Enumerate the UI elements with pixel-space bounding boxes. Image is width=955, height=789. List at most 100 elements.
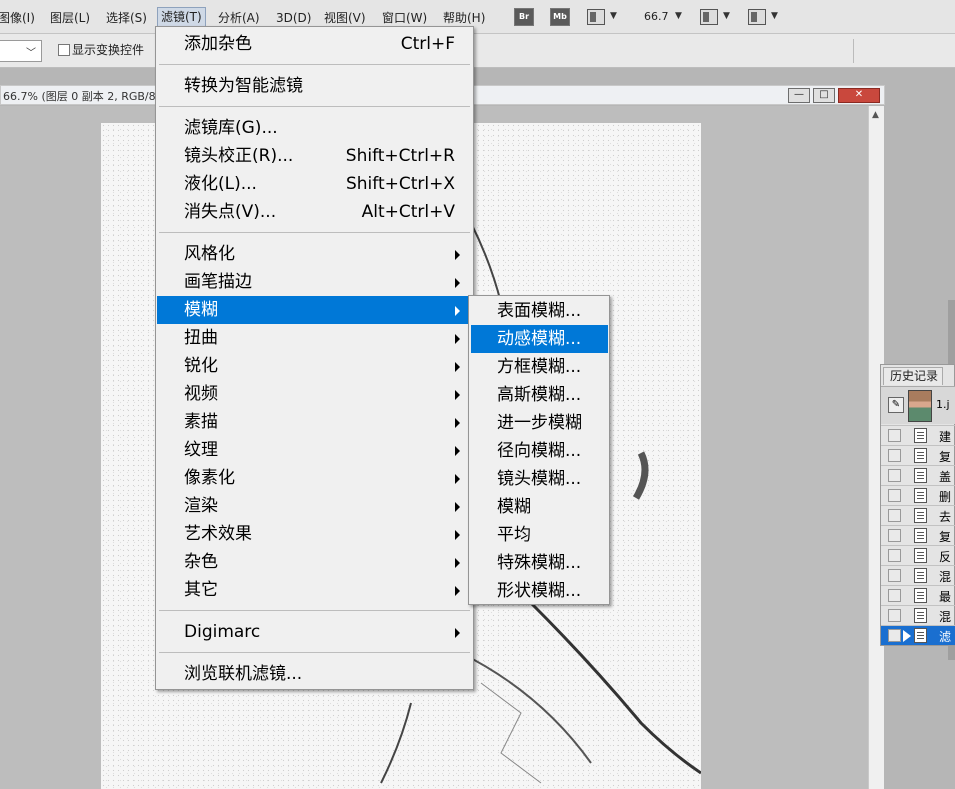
blur-submenu-item[interactable]: 形状模糊...: [471, 577, 608, 605]
filter-menu-item[interactable]: 画笔描边: [157, 268, 472, 296]
filter-menu-item[interactable]: 锐化: [157, 352, 472, 380]
filter-menu-item[interactable]: 消失点(V)... Alt+Ctrl+V: [157, 198, 472, 226]
history-state-row[interactable]: 建: [881, 425, 955, 445]
history-source-checkbox[interactable]: [888, 589, 901, 602]
close-button[interactable]: ✕: [838, 88, 880, 103]
history-state-row[interactable]: 最: [881, 585, 955, 605]
menu-image[interactable]: 图像(I): [0, 8, 35, 28]
history-source-checkbox[interactable]: [888, 449, 901, 462]
history-snapshot[interactable]: ✎ 1.j: [881, 386, 955, 424]
filter-menu-item[interactable]: Digimarc: [157, 618, 472, 646]
menu-separator: [159, 652, 470, 653]
blur-submenu-item[interactable]: 高斯模糊...: [471, 381, 608, 409]
history-state-row[interactable]: 盖: [881, 465, 955, 485]
show-transform-controls-label: 显示变换控件: [72, 43, 145, 57]
history-source-checkbox[interactable]: [888, 569, 901, 582]
menu-window[interactable]: 窗口(W): [382, 8, 427, 28]
menu-help[interactable]: 帮助(H): [443, 8, 485, 28]
filter-menu-item[interactable]: 风格化: [157, 240, 472, 268]
blur-submenu-item[interactable]: 动感模糊...: [471, 325, 608, 353]
history-state-icon: [914, 488, 927, 503]
blur-submenu-item[interactable]: 径向模糊...: [471, 437, 608, 465]
blur-submenu-item[interactable]: 平均: [471, 521, 608, 549]
history-state-label: 复: [939, 450, 952, 464]
history-pointer-icon: [903, 630, 911, 642]
history-source-checkbox[interactable]: [888, 429, 901, 442]
tool-preset-dropdown[interactable]: ﹀: [0, 40, 42, 62]
filter-menu-item[interactable]: 模糊: [157, 296, 472, 324]
history-source-checkbox[interactable]: [888, 509, 901, 522]
chevron-down-icon[interactable]: ▼: [675, 11, 682, 21]
filter-menu-item[interactable]: 艺术效果: [157, 520, 472, 548]
screen-mode-icon[interactable]: [748, 9, 766, 25]
filter-menu-item[interactable]: 素描: [157, 408, 472, 436]
scroll-up-icon[interactable]: ▲: [872, 110, 879, 120]
menu-analysis[interactable]: 分析(A): [218, 8, 260, 28]
menu-item-label: 渲染: [184, 496, 218, 516]
filter-menu-item[interactable]: 纹理: [157, 436, 472, 464]
blur-submenu-item[interactable]: 方框模糊...: [471, 353, 608, 381]
history-state-label: 盖: [939, 470, 952, 484]
filter-menu-item[interactable]: 滤镜库(G)...: [157, 114, 472, 142]
history-state-row[interactable]: 混: [881, 605, 955, 625]
blur-submenu-item[interactable]: 表面模糊...: [471, 297, 608, 325]
history-state-row[interactable]: 删: [881, 485, 955, 505]
submenu-arrow-icon: [455, 586, 460, 596]
chevron-down-icon[interactable]: ▼: [771, 11, 778, 21]
history-state-row[interactable]: 滤: [881, 625, 955, 645]
menu-item-label: 画笔描边: [184, 272, 252, 292]
filter-menu-item[interactable]: 添加杂色 Ctrl+F: [157, 30, 472, 58]
history-source-checkbox[interactable]: [888, 469, 901, 482]
menu-item-label: 杂色: [184, 552, 218, 572]
filter-menu-item[interactable]: 杂色: [157, 548, 472, 576]
blur-submenu-item[interactable]: 特殊模糊...: [471, 549, 608, 577]
history-state-row[interactable]: 去: [881, 505, 955, 525]
menu-separator: [159, 610, 470, 611]
bridge-icon[interactable]: Br: [514, 8, 534, 26]
mini-bridge-icon[interactable]: Mb: [550, 8, 570, 26]
submenu-arrow-icon: [455, 558, 460, 568]
history-state-label: 最: [939, 590, 952, 604]
chevron-down-icon[interactable]: ▼: [610, 11, 617, 21]
submenu-arrow-icon: [455, 502, 460, 512]
history-source-checkbox[interactable]: [888, 609, 901, 622]
show-transform-controls-checkbox[interactable]: [58, 44, 70, 56]
filter-menu-item[interactable]: 镜头校正(R)... Shift+Ctrl+R: [157, 142, 472, 170]
history-brush-icon[interactable]: ✎: [888, 397, 904, 413]
menu-select[interactable]: 选择(S): [106, 8, 147, 28]
filter-menu-item[interactable]: 像素化: [157, 464, 472, 492]
minimize-button[interactable]: —: [788, 88, 810, 103]
filter-menu-item[interactable]: 液化(L)... Shift+Ctrl+X: [157, 170, 472, 198]
filter-menu-item[interactable]: 转换为智能滤镜: [157, 72, 472, 100]
menu-3d[interactable]: 3D(D): [276, 8, 311, 28]
history-source-checkbox[interactable]: [888, 489, 901, 502]
menu-layer[interactable]: 图层(L): [50, 8, 90, 28]
filter-menu-item[interactable]: 视频: [157, 380, 472, 408]
menu-filter[interactable]: 滤镜(T): [157, 7, 206, 27]
maximize-button[interactable]: □: [813, 88, 835, 103]
filter-menu-item[interactable]: 其它: [157, 576, 472, 604]
filter-menu-item[interactable]: 渲染: [157, 492, 472, 520]
filter-menu-item[interactable]: 扭曲: [157, 324, 472, 352]
chevron-down-icon[interactable]: ▼: [723, 11, 730, 21]
blur-submenu-item[interactable]: 进一步模糊: [471, 409, 608, 437]
blur-submenu-item[interactable]: 模糊: [471, 493, 608, 521]
view-extras-icon[interactable]: [587, 9, 605, 25]
zoom-level[interactable]: 66.7: [644, 8, 669, 26]
history-state-row[interactable]: 复: [881, 445, 955, 465]
history-source-checkbox[interactable]: [888, 549, 901, 562]
menu-view[interactable]: 视图(V): [324, 8, 366, 28]
tab-history[interactable]: 历史记录: [883, 367, 943, 385]
history-state-row[interactable]: 混: [881, 565, 955, 585]
arrange-documents-icon[interactable]: [700, 9, 718, 25]
history-source-checkbox[interactable]: [888, 529, 901, 542]
options-bar: ﹀ 显示变换控件: [0, 34, 955, 68]
history-source-checkbox[interactable]: [888, 629, 901, 642]
menu-item-shortcut: Shift+Ctrl+X: [345, 174, 455, 194]
blur-submenu-item[interactable]: 镜头模糊...: [471, 465, 608, 493]
history-state-row[interactable]: 反: [881, 545, 955, 565]
history-state-row[interactable]: 复: [881, 525, 955, 545]
menu-item-label: 锐化: [184, 356, 218, 376]
snapshot-label: 1.j: [936, 398, 950, 411]
filter-menu-item[interactable]: 浏览联机滤镜...: [157, 660, 472, 688]
